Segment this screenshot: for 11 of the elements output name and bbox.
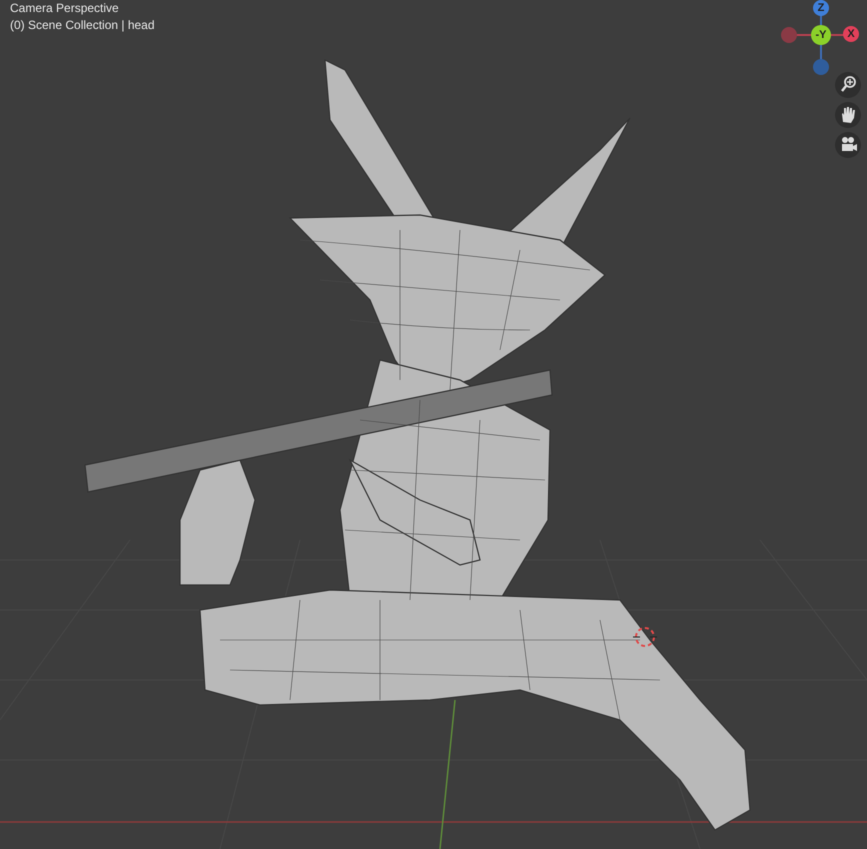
movie-camera-icon[interactable] <box>835 132 861 158</box>
negative-z-axis-handle[interactable] <box>813 59 829 75</box>
3d-cursor-icon <box>632 627 658 647</box>
negative-x-axis-handle[interactable] <box>781 27 797 43</box>
hand-icon[interactable] <box>835 102 861 128</box>
z-axis-handle[interactable]: Z <box>813 0 829 16</box>
view-name: Camera Perspective <box>10 0 120 17</box>
collection-label: (0) Scene Collection | head <box>10 17 155 34</box>
x-axis-handle[interactable]: X <box>843 26 859 42</box>
y-axis-handle[interactable]: -Y <box>811 25 831 45</box>
zoom-in-icon[interactable] <box>835 72 861 98</box>
